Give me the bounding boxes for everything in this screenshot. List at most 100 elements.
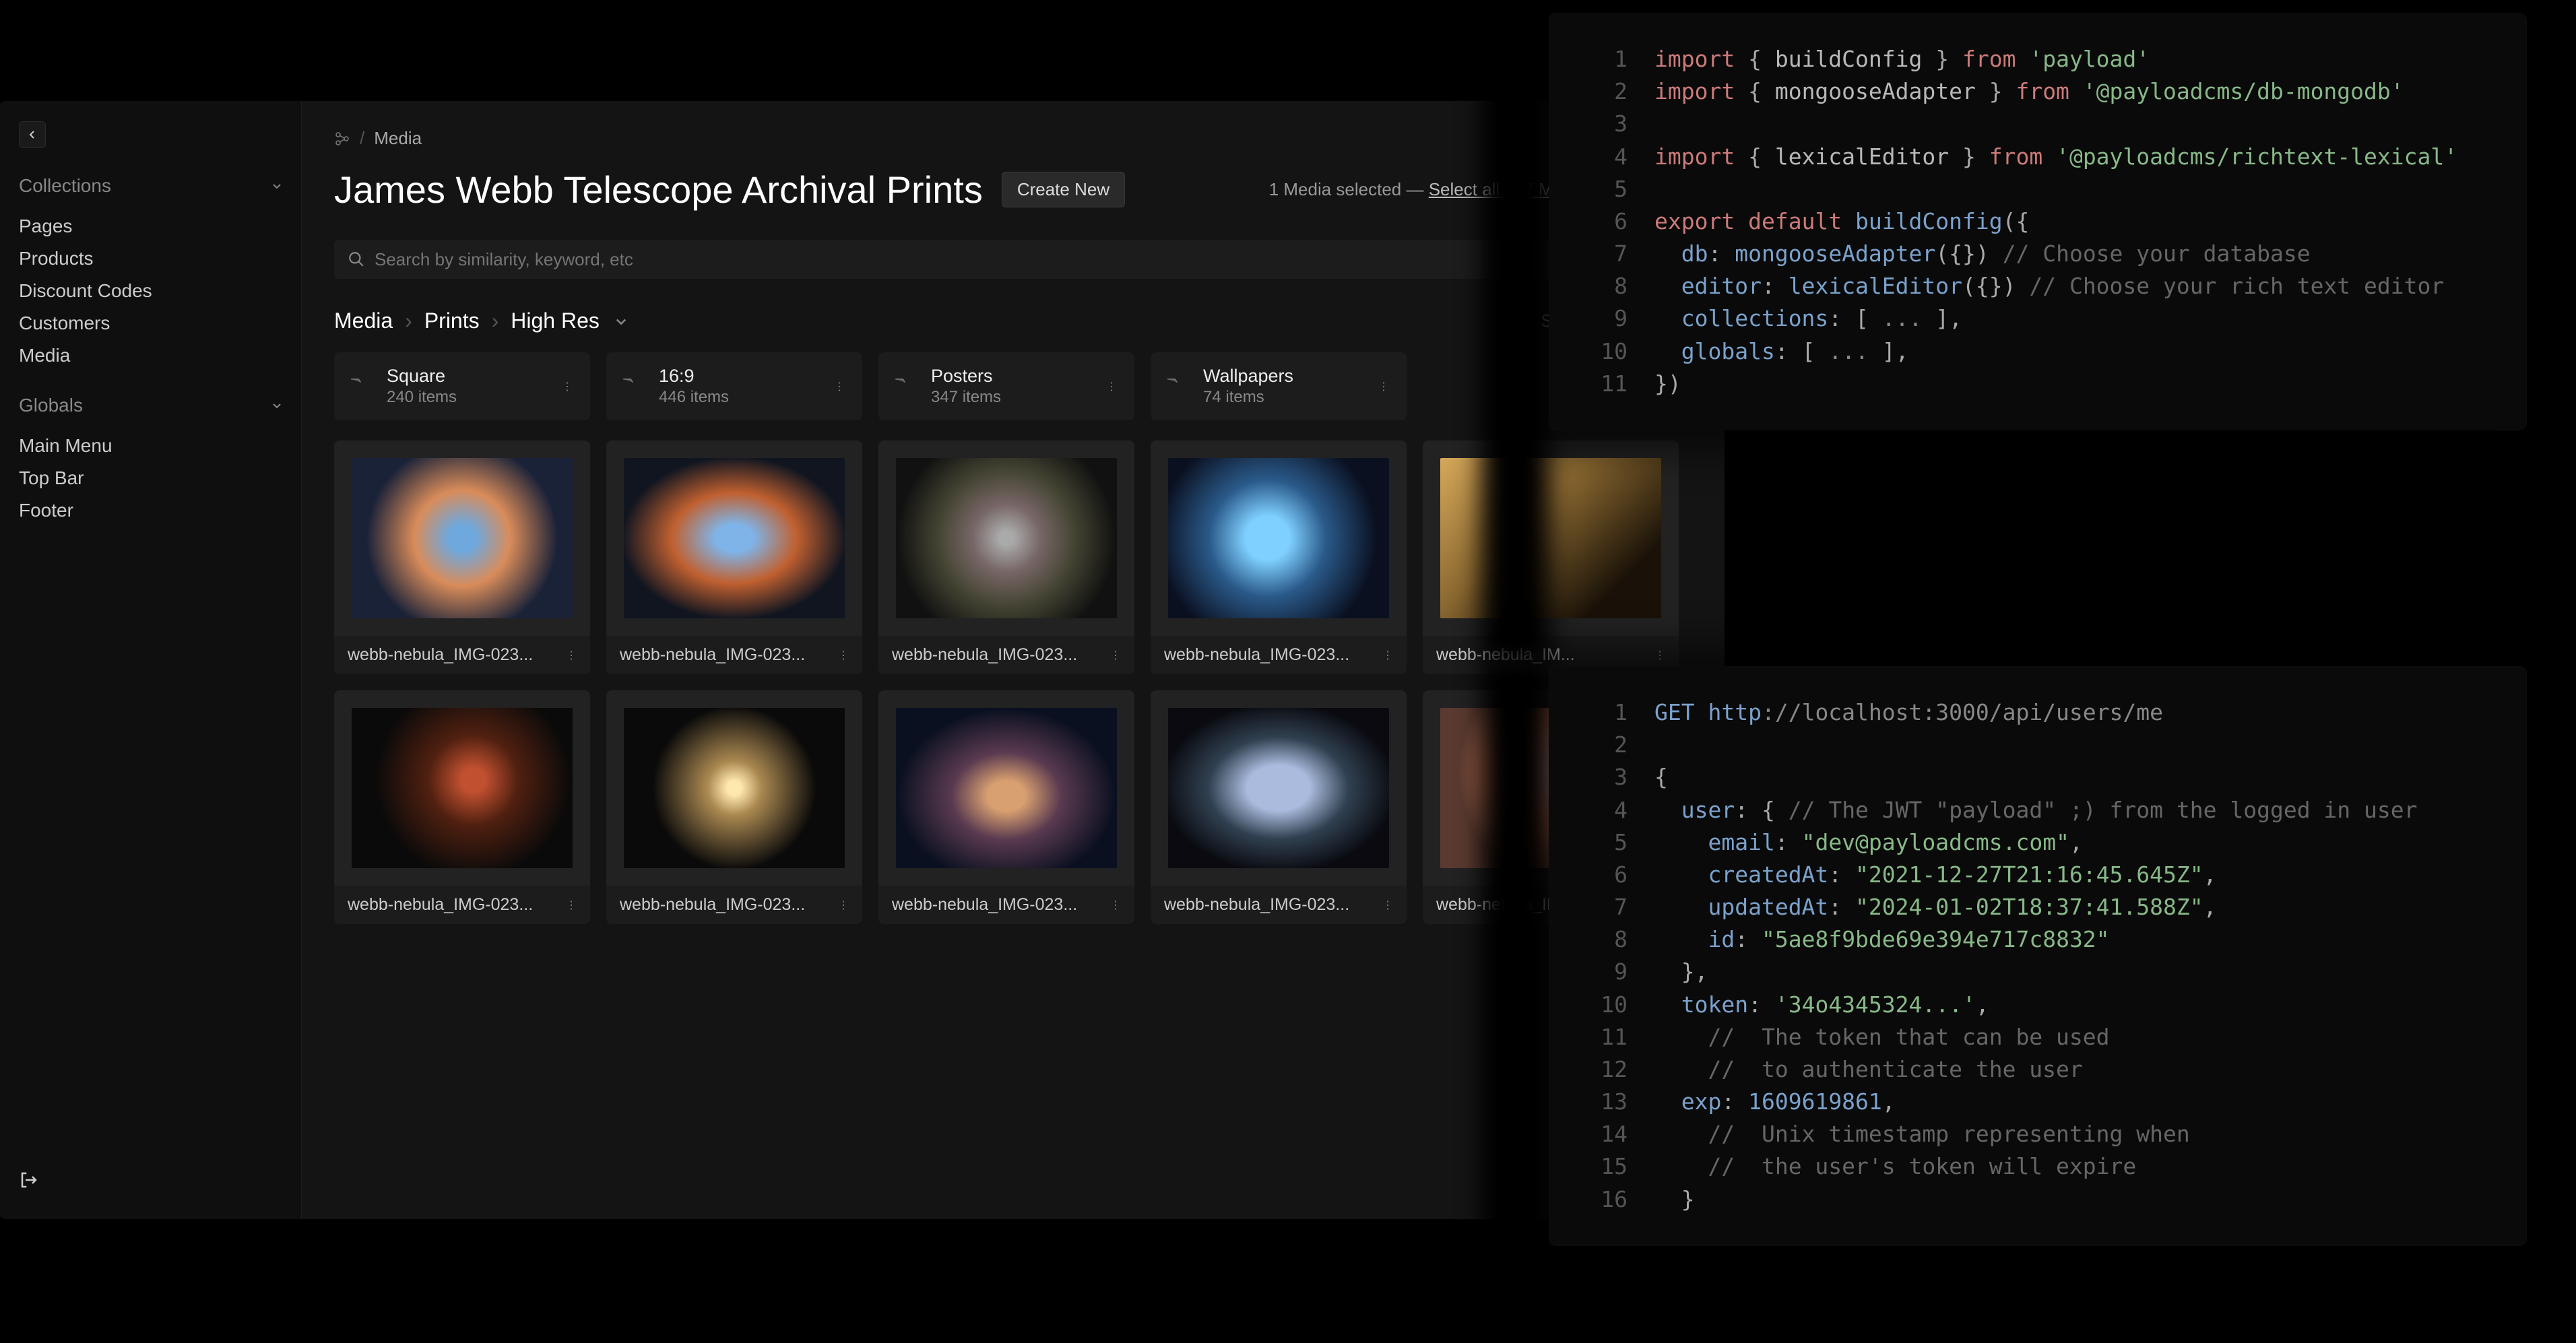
more-icon[interactable]: ⋮ bbox=[1654, 649, 1665, 662]
code-line: 2 bbox=[1587, 729, 2488, 761]
media-thumbnail bbox=[878, 440, 1134, 636]
code-line: 4 user: { // The JWT "payload" ;) from t… bbox=[1587, 794, 2488, 826]
back-button[interactable] bbox=[19, 121, 46, 148]
logout-button[interactable] bbox=[19, 1165, 282, 1199]
chevron-left-icon bbox=[27, 129, 38, 140]
folder-name: Posters bbox=[931, 366, 1091, 387]
sidebar-item-products[interactable]: Products bbox=[19, 242, 282, 275]
line-number: 10 bbox=[1587, 335, 1628, 368]
admin-panel: Collections PagesProductsDiscount CodesC… bbox=[0, 101, 1725, 1219]
code-line: 13 exp: 1609619861, bbox=[1587, 1086, 2488, 1118]
code-line: 7 db: mongooseAdapter({}) // Choose your… bbox=[1587, 238, 2488, 270]
create-new-button[interactable]: Create New bbox=[1002, 172, 1125, 207]
code-line: 3 bbox=[1587, 108, 2488, 140]
media-card[interactable]: webb-nebula_IM... ⋮ bbox=[1423, 440, 1679, 674]
folder-card[interactable]: Square 240 items ⋮ bbox=[334, 352, 590, 420]
more-icon[interactable]: ⋮ bbox=[559, 377, 575, 396]
breadcrumb-sep: / bbox=[360, 128, 364, 149]
globals-label: Globals bbox=[19, 395, 83, 416]
breadcrumb-parent[interactable]: Media bbox=[374, 128, 422, 149]
code-line: 3{ bbox=[1587, 761, 2488, 793]
sidebar-item-customers[interactable]: Customers bbox=[19, 307, 282, 339]
media-card[interactable]: webb-nebula_IMG-023... ⋮ bbox=[334, 440, 590, 674]
folder-card[interactable]: 16:9 446 items ⋮ bbox=[606, 352, 862, 420]
chevron-down-icon bbox=[271, 181, 282, 191]
more-icon[interactable]: ⋮ bbox=[1110, 649, 1121, 662]
media-filename: webb-nebula_IMG-023... bbox=[1164, 895, 1349, 915]
line-number: 2 bbox=[1587, 729, 1628, 761]
media-filename: webb-nebula_IMG-023... bbox=[892, 895, 1077, 915]
path-crumb[interactable]: Prints bbox=[424, 308, 480, 333]
sidebar-item-discount-codes[interactable]: Discount Codes bbox=[19, 275, 282, 307]
code-line: 1GET http://localhost:3000/api/users/me bbox=[1587, 696, 2488, 729]
code-panel-api: 1GET http://localhost:3000/api/users/me2… bbox=[1549, 667, 2526, 1245]
code-line: 5 bbox=[1587, 173, 2488, 205]
code-line: 10 token: '34o4345324...', bbox=[1587, 989, 2488, 1021]
media-card[interactable]: webb-nebula_IMG-023... ⋮ bbox=[334, 690, 590, 924]
globals-list: Main MenuTop BarFooter bbox=[19, 430, 282, 527]
more-icon[interactable]: ⋮ bbox=[566, 898, 577, 912]
sidebar-item-footer[interactable]: Footer bbox=[19, 494, 282, 527]
chevron-down-icon[interactable] bbox=[614, 308, 628, 333]
path-crumb[interactable]: High Res bbox=[511, 308, 600, 333]
code-line: 7 updatedAt: "2024-01-02T18:37:41.588Z", bbox=[1587, 891, 2488, 923]
sidebar-item-top-bar[interactable]: Top Bar bbox=[19, 462, 282, 494]
globals-header[interactable]: Globals bbox=[19, 395, 282, 416]
more-icon[interactable]: ⋮ bbox=[1382, 898, 1393, 912]
line-number: 12 bbox=[1587, 1053, 1628, 1086]
media-card[interactable]: webb-nebula_IMG-023... ⋮ bbox=[606, 690, 862, 924]
media-card[interactable]: webb-nebula_IMG-023... ⋮ bbox=[1151, 690, 1407, 924]
media-thumbnail bbox=[1151, 690, 1407, 886]
code-line: 8 id: "5ae8f9bde69e394e717c8832" bbox=[1587, 923, 2488, 956]
more-icon[interactable]: ⋮ bbox=[838, 649, 849, 662]
search-input[interactable] bbox=[365, 249, 1565, 270]
sidebar-item-main-menu[interactable]: Main Menu bbox=[19, 430, 282, 462]
line-number: 1 bbox=[1587, 43, 1628, 75]
media-card[interactable]: webb-nebula_IMG-023... ⋮ bbox=[878, 690, 1134, 924]
collections-header[interactable]: Collections bbox=[19, 175, 282, 197]
more-icon[interactable]: ⋮ bbox=[1103, 377, 1120, 396]
media-card[interactable]: webb-nebula_IMG-023... ⋮ bbox=[1151, 440, 1407, 674]
folder-card[interactable]: Wallpapers 74 items ⋮ bbox=[1151, 352, 1407, 420]
more-icon[interactable]: ⋮ bbox=[1376, 377, 1392, 396]
media-thumbnail bbox=[1151, 440, 1407, 636]
folder-name: Square bbox=[387, 366, 547, 387]
folder-count: 74 items bbox=[1203, 388, 1363, 407]
sidebar-item-pages[interactable]: Pages bbox=[19, 210, 282, 242]
media-thumbnail bbox=[1423, 440, 1679, 636]
line-number: 2 bbox=[1587, 75, 1628, 108]
code-line: 15 // the user's token will expire bbox=[1587, 1150, 2488, 1183]
code-line: 11 // The token that can be used bbox=[1587, 1021, 2488, 1053]
path-crumbs: Media›Prints›High Res bbox=[334, 308, 628, 333]
media-card[interactable]: webb-nebula_IMG-023... ⋮ bbox=[878, 440, 1134, 674]
line-number: 8 bbox=[1587, 923, 1628, 956]
folder-card[interactable]: Posters 347 items ⋮ bbox=[878, 352, 1134, 420]
more-icon[interactable]: ⋮ bbox=[566, 649, 577, 662]
media-filename: webb-nebula_IMG-023... bbox=[892, 645, 1077, 665]
code-line: 10 globals: [ ... ], bbox=[1587, 335, 2488, 368]
more-icon[interactable]: ⋮ bbox=[838, 898, 849, 912]
media-thumbnail bbox=[606, 440, 862, 636]
media-filename: webb-nebula_IMG-023... bbox=[620, 895, 805, 915]
chevron-down-icon bbox=[271, 400, 282, 411]
folder-count: 347 items bbox=[931, 388, 1091, 407]
path-crumb[interactable]: Media bbox=[334, 308, 393, 333]
line-number: 7 bbox=[1587, 238, 1628, 270]
line-number: 14 bbox=[1587, 1118, 1628, 1150]
search-input-wrap[interactable] bbox=[334, 240, 1578, 279]
chevron-right-icon: › bbox=[405, 308, 412, 333]
page-title: James Webb Telescope Archival Prints bbox=[334, 168, 983, 211]
more-icon[interactable]: ⋮ bbox=[1382, 649, 1393, 662]
media-card[interactable]: webb-nebula_IMG-023... ⋮ bbox=[606, 440, 862, 674]
more-icon[interactable]: ⋮ bbox=[1110, 898, 1121, 912]
code-line: 16 } bbox=[1587, 1183, 2488, 1216]
line-number: 1 bbox=[1587, 696, 1628, 729]
line-number: 11 bbox=[1587, 368, 1628, 400]
line-number: 4 bbox=[1587, 794, 1628, 826]
collections-label: Collections bbox=[19, 175, 111, 197]
line-number: 11 bbox=[1587, 1021, 1628, 1053]
search-icon bbox=[348, 251, 365, 268]
sidebar-item-media[interactable]: Media bbox=[19, 339, 282, 372]
more-icon[interactable]: ⋮ bbox=[831, 377, 847, 396]
line-number: 15 bbox=[1587, 1150, 1628, 1183]
